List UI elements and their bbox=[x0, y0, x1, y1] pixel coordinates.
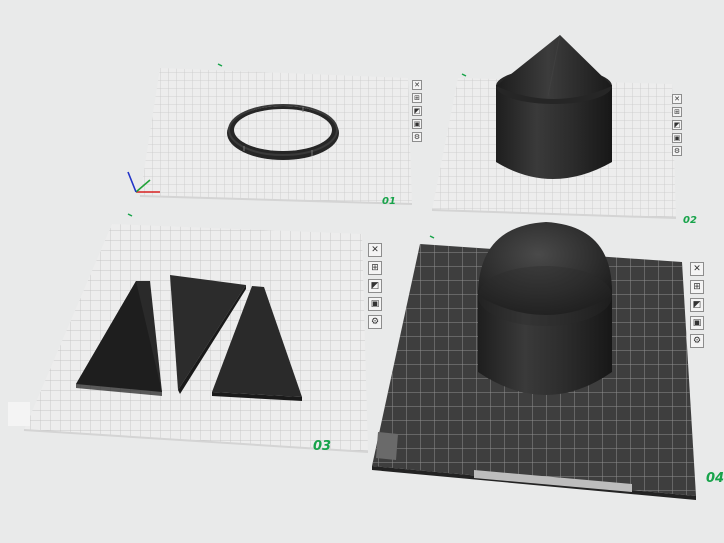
plate-02[interactable] bbox=[431, 34, 677, 219]
orient-icon[interactable]: ◩ bbox=[672, 120, 682, 130]
plate-01-toolbar: ✕ ⊞ ◩ ▣ ⚙ bbox=[412, 80, 422, 142]
lock-icon[interactable]: ▣ bbox=[672, 133, 682, 143]
plate-04-toolbar: ✕ ⊞ ◩ ▣ ⚙ bbox=[690, 262, 704, 348]
lock-icon[interactable]: ▣ bbox=[368, 297, 382, 311]
ring-model[interactable] bbox=[227, 104, 339, 160]
arrange-icon[interactable]: ⊞ bbox=[690, 280, 704, 294]
plate-04-number: 04 bbox=[706, 471, 724, 486]
close-icon[interactable]: ✕ bbox=[690, 262, 704, 276]
settings-icon[interactable]: ⚙ bbox=[368, 315, 382, 329]
plate-03-number: 03 bbox=[313, 439, 332, 454]
plate-01-corner-icon bbox=[217, 63, 223, 67]
cone-cylinder-model[interactable] bbox=[496, 34, 612, 179]
lock-icon[interactable]: ▣ bbox=[412, 119, 422, 129]
settings-icon[interactable]: ⚙ bbox=[690, 334, 704, 348]
plate-02-toolbar: ✕ ⊞ ◩ ▣ ⚙ bbox=[672, 94, 682, 156]
plate-03-toolbar: ✕ ⊞ ◩ ▣ ⚙ bbox=[368, 243, 382, 329]
settings-icon[interactable]: ⚙ bbox=[412, 132, 422, 142]
plate-04[interactable] bbox=[372, 222, 696, 500]
plate-03-corner-tab bbox=[8, 402, 30, 426]
close-icon[interactable]: ✕ bbox=[412, 80, 422, 90]
lock-icon[interactable]: ▣ bbox=[690, 316, 704, 330]
arrange-icon[interactable]: ⊞ bbox=[672, 107, 682, 117]
close-icon[interactable]: ✕ bbox=[672, 94, 682, 104]
arrange-icon[interactable]: ⊞ bbox=[412, 93, 422, 103]
orient-icon[interactable]: ◩ bbox=[368, 279, 382, 293]
arrange-icon[interactable]: ⊞ bbox=[368, 261, 382, 275]
plate-03-corner-icon bbox=[127, 213, 133, 217]
plate-01-number: 01 bbox=[382, 196, 396, 207]
orient-icon[interactable]: ◩ bbox=[690, 298, 704, 312]
close-icon[interactable]: ✕ bbox=[368, 243, 382, 257]
orient-icon[interactable]: ◩ bbox=[412, 106, 422, 116]
plate-01[interactable] bbox=[127, 63, 413, 205]
dome-cylinder-model[interactable] bbox=[478, 222, 613, 395]
plate-03[interactable] bbox=[8, 213, 369, 453]
settings-icon[interactable]: ⚙ bbox=[672, 146, 682, 156]
plate-02-number: 02 bbox=[683, 215, 697, 226]
plate-02-corner-icon bbox=[461, 73, 467, 77]
plate-04-corner-icon bbox=[429, 235, 435, 239]
3d-viewport[interactable] bbox=[0, 0, 724, 543]
plate-04-corner-tab bbox=[376, 432, 398, 460]
